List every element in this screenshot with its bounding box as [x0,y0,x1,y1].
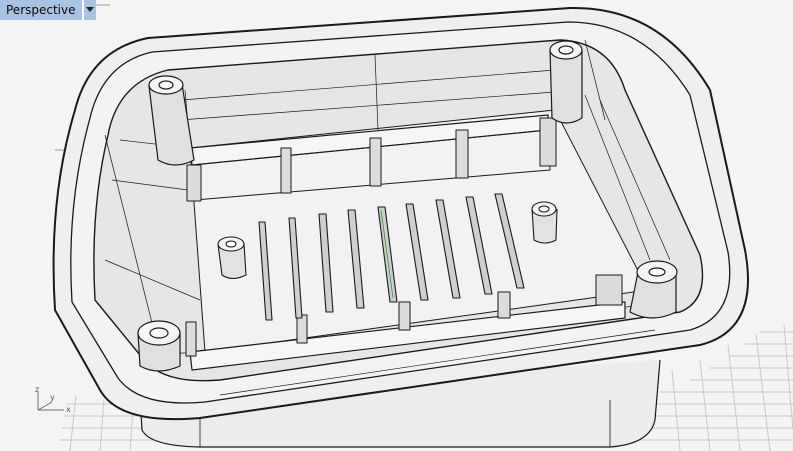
triangle-down-icon [85,7,94,12]
perspective-viewport[interactable]: Perspective z y x [0,0,793,451]
corner-post-front-right[interactable] [629,260,678,319]
model-canvas[interactable]: z y x [0,0,793,451]
corner-post-back-right[interactable] [549,40,583,124]
floor-boss-right[interactable] [531,201,558,244]
viewport-title-tab[interactable]: Perspective [0,0,96,20]
floor-boss-left[interactable] [217,236,247,280]
viewport-menu-dropdown[interactable] [83,0,96,20]
viewport-title[interactable]: Perspective [0,0,82,20]
axis-x-label: x [66,405,71,414]
axis-y-label: y [50,393,55,402]
enclosure-model[interactable] [52,6,749,448]
axis-z-label: z [35,385,39,394]
corner-post-front-left[interactable] [137,320,181,372]
